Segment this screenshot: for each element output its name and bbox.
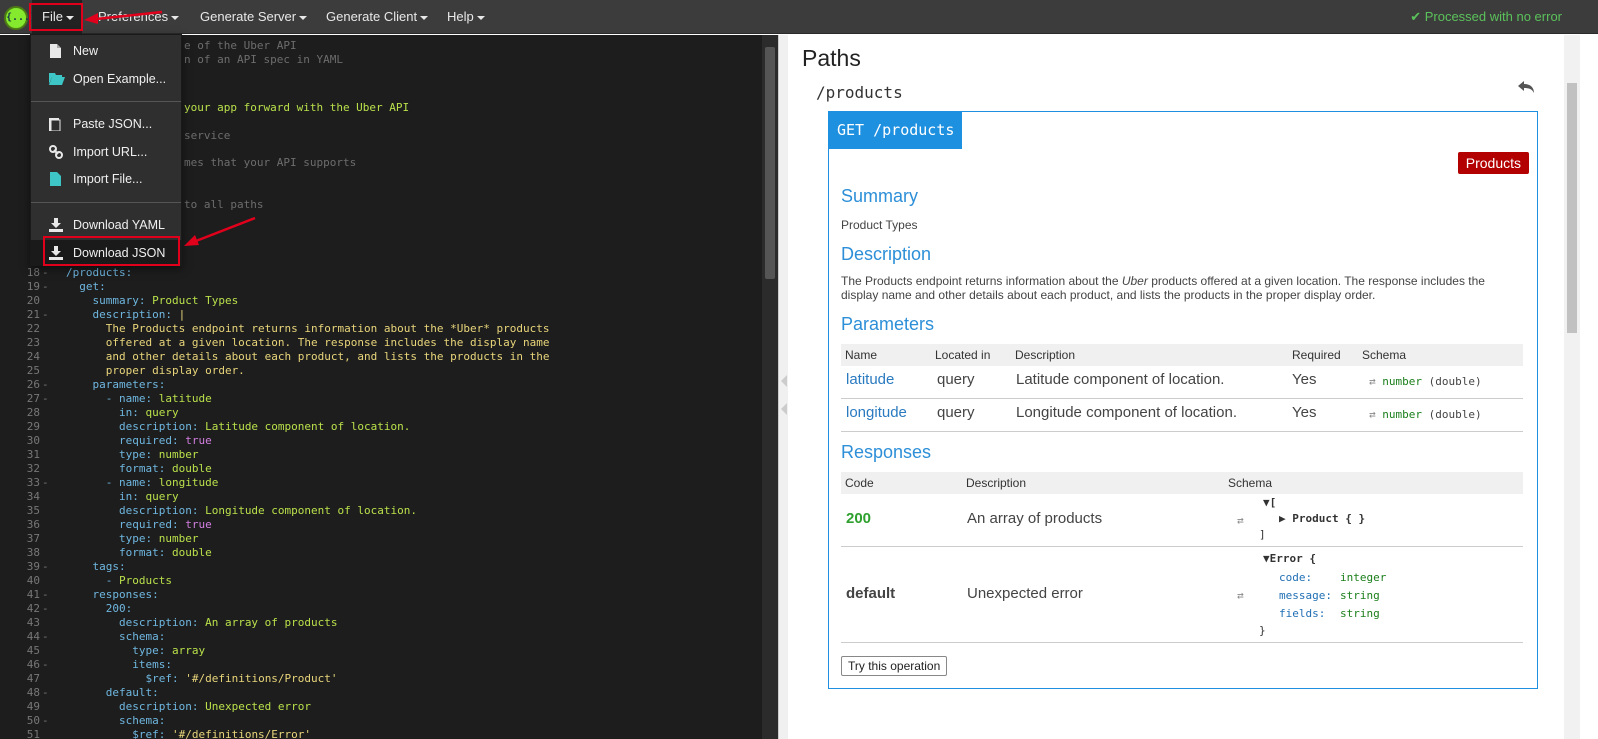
row-divider <box>841 398 1523 399</box>
model-error[interactable]: Error { <box>1270 552 1316 565</box>
collapse-handle-icon[interactable] <box>781 375 787 415</box>
arrow-to-file <box>95 10 163 21</box>
arrowhead <box>184 235 199 246</box>
responses-heading: Responses <box>841 442 932 462</box>
triangle-down-icon[interactable]: ▼ <box>1263 552 1270 565</box>
tag-products[interactable]: Products <box>1457 152 1529 174</box>
row-divider <box>841 546 1523 547</box>
preview-scrollbar[interactable] <box>1564 35 1580 739</box>
path-name[interactable]: /products <box>816 83 903 102</box>
pane-splitter[interactable] <box>778 35 788 739</box>
model-product[interactable]: Product { } <box>1292 512 1365 525</box>
triangle-down-icon[interactable]: ▼ <box>1263 496 1270 509</box>
row-divider <box>841 642 1523 643</box>
description-heading: Description <box>841 244 932 264</box>
params-table-header: Name Located in Description Required Sch… <box>841 344 1523 366</box>
swap-icon[interactable]: ⇄ <box>1369 375 1382 388</box>
operation-get-products: GET /products Products Summary Product T… <box>828 111 1538 689</box>
preview-pane: Paths /products GET /products Products S… <box>788 35 1564 739</box>
param-name-latitude[interactable]: latitude <box>846 371 894 388</box>
arrowhead <box>84 13 98 24</box>
operation-header[interactable]: GET /products <box>829 112 963 149</box>
swagger-editor: {...} File Preferences Generate Server G… <box>0 0 1598 739</box>
swap-icon[interactable]: ⇄ <box>1369 408 1382 421</box>
preview-scrollbar-thumb[interactable] <box>1567 83 1577 333</box>
summary-text: Product Types <box>841 218 918 232</box>
description-text: The Products endpoint returns informatio… <box>841 274 1485 302</box>
triangle-right-icon[interactable]: ▶ <box>1279 512 1286 525</box>
reply-icon[interactable] <box>1518 79 1534 95</box>
swap-icon[interactable]: ⇄ <box>1237 589 1244 602</box>
paths-heading: Paths <box>802 45 861 71</box>
summary-heading: Summary <box>841 186 919 206</box>
arrow-to-download-json <box>195 216 256 243</box>
row-divider <box>841 431 1523 432</box>
response-code-200: 200 <box>846 510 872 527</box>
param-name-longitude[interactable]: longitude <box>846 404 907 421</box>
swap-icon[interactable]: ⇄ <box>1237 514 1244 527</box>
try-this-operation-button[interactable]: Try this operation <box>841 656 948 676</box>
parameters-heading: Parameters <box>841 314 935 334</box>
response-code-default: default <box>846 585 896 602</box>
responses-table-header: Code Description Schema <box>841 472 1523 494</box>
